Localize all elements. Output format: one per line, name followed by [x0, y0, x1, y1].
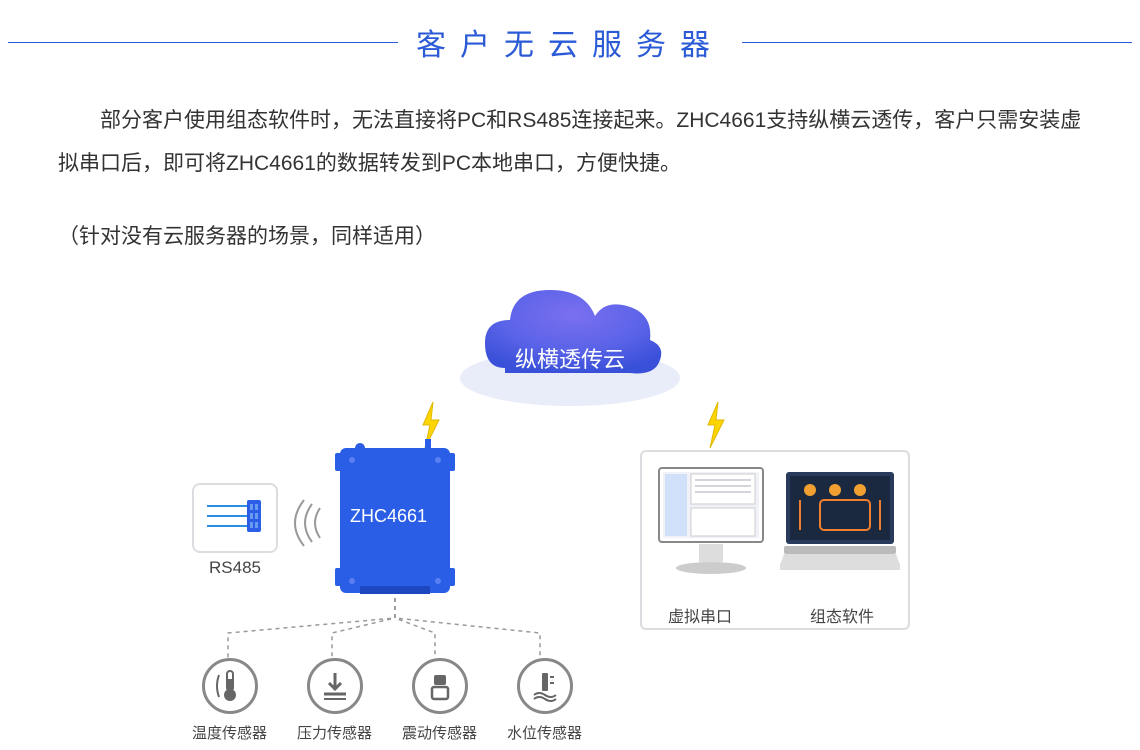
rs485-label: RS485: [209, 558, 261, 578]
lightning-icon: [700, 400, 730, 455]
rs485-icon: [207, 500, 263, 536]
diagram-container: 纵横透传云 ZHC4661: [0, 258, 1140, 738]
description-text: 部分客户使用组态软件时，无法直接将PC和RS485连接起来。ZHC4661支持纵…: [0, 99, 1140, 185]
monitor-label-right: 组态软件: [810, 603, 874, 627]
monitor-label-left: 虚拟串口: [668, 603, 732, 627]
sensor-temperature: 温度传感器: [192, 658, 267, 743]
monitor-scada: [779, 460, 900, 620]
sensor-label: 震动传感器: [402, 722, 477, 743]
sensor-label: 压力传感器: [297, 722, 372, 743]
sensor-label: 水位传感器: [507, 722, 582, 743]
sensor-pressure: 压力传感器: [297, 658, 372, 743]
title-row: 客户无云服务器: [0, 0, 1140, 64]
sensor-water-level: 水位传感器: [507, 658, 582, 743]
page-title: 客户无云服务器: [398, 20, 742, 64]
cloud-label: 纵横透传云: [515, 342, 625, 374]
description-note: （针对没有云服务器的场景，同样适用）: [0, 215, 1140, 258]
sensor-row: 温度传感器 压力传感器 震动传感器 水位传感器: [192, 658, 582, 743]
title-line-left: [8, 42, 398, 43]
thermometer-icon: [202, 658, 258, 714]
wireless-icon: [292, 498, 328, 553]
monitor-virtual-serial: [650, 460, 771, 620]
title-line-right: [742, 42, 1132, 43]
sensor-label: 温度传感器: [192, 722, 267, 743]
rs485-module: [192, 483, 278, 553]
sensor-vibration: 震动传感器: [402, 658, 477, 743]
water-level-icon: [517, 658, 573, 714]
pressure-icon: [307, 658, 363, 714]
vibration-icon: [412, 658, 468, 714]
device-label: ZHC4661: [350, 506, 427, 527]
